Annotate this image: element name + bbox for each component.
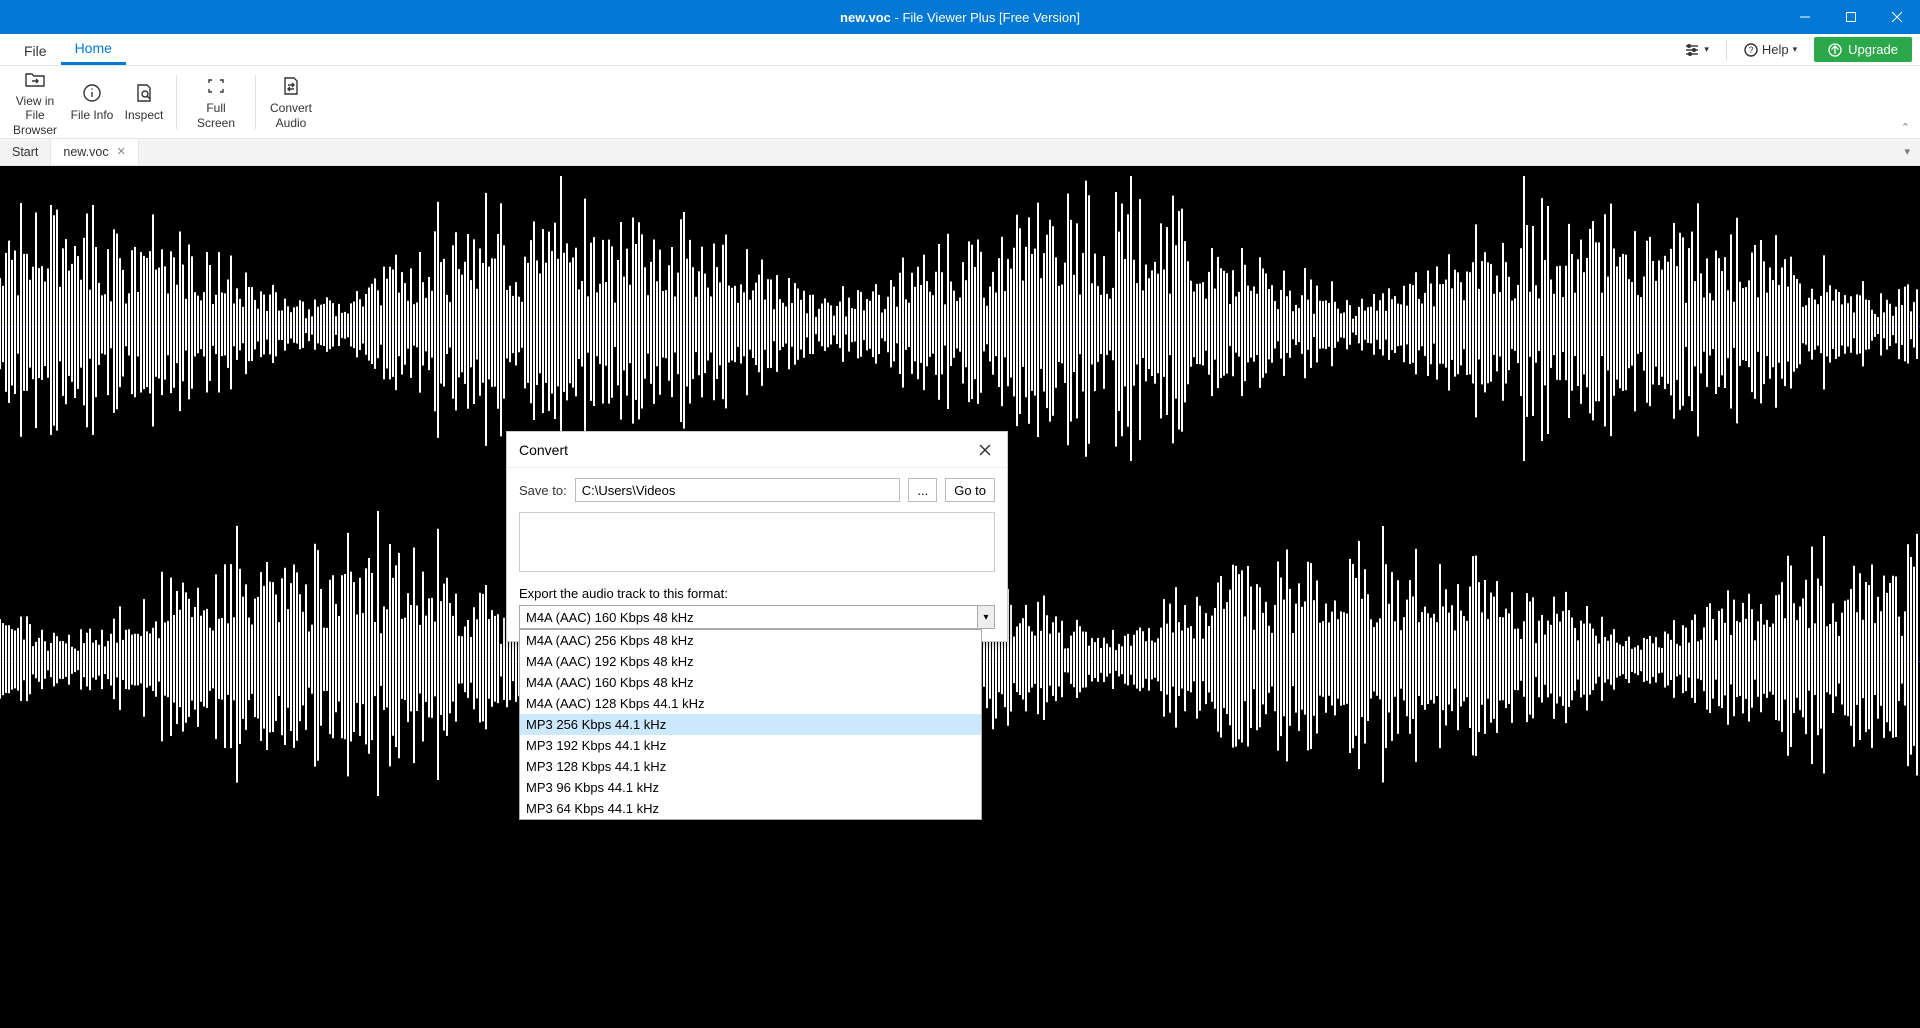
- select-dropdown-button[interactable]: ▾: [977, 605, 995, 629]
- save-to-label: Save to:: [519, 483, 567, 498]
- dialog-titlebar: Convert: [507, 432, 1007, 468]
- go-to-button[interactable]: Go to: [945, 478, 995, 502]
- format-option[interactable]: M4A (AAC) 160 Kbps 48 kHz: [520, 672, 981, 693]
- format-select-value: M4A (AAC) 160 Kbps 48 kHz: [526, 610, 694, 625]
- close-button[interactable]: [1874, 0, 1920, 34]
- ribbon-inspect[interactable]: Inspect: [120, 79, 168, 124]
- tab-start[interactable]: Start: [0, 139, 51, 165]
- tabstrip-dropdown-icon[interactable]: ▾: [1904, 145, 1910, 158]
- ribbon-label: Inspect: [125, 108, 164, 122]
- info-icon: [82, 81, 102, 105]
- ribbon-full-screen[interactable]: Full Screen: [185, 72, 247, 132]
- window-controls: [1782, 0, 1920, 34]
- upgrade-label: Upgrade: [1848, 42, 1898, 57]
- help-icon: ?: [1744, 43, 1758, 57]
- ribbon-collapse-icon[interactable]: ⌃: [1901, 121, 1910, 134]
- format-option[interactable]: MP3 256 Kbps 44.1 kHz: [520, 714, 981, 735]
- menubar: File Home ▾ ? Help ▾ Upgrade: [0, 34, 1920, 66]
- format-option[interactable]: MP3 64 Kbps 44.1 kHz: [520, 798, 981, 819]
- svg-text:?: ?: [1748, 45, 1753, 55]
- folder-arrow-icon: [24, 67, 46, 91]
- dialog-title-label: Convert: [519, 442, 568, 458]
- tab-close-icon[interactable]: ✕: [117, 145, 126, 158]
- titlebar: new.voc - File Viewer Plus [Free Version…: [0, 0, 1920, 34]
- upgrade-button[interactable]: Upgrade: [1814, 37, 1912, 62]
- export-format-label: Export the audio track to this format:: [519, 586, 995, 601]
- convert-dialog: Convert Save to: ... Go to Export the au…: [506, 431, 1008, 642]
- tab-label: new.voc: [63, 145, 108, 159]
- ribbon-separator: [255, 75, 256, 129]
- window-title: new.voc - File Viewer Plus [Free Version…: [840, 10, 1080, 25]
- format-option[interactable]: M4A (AAC) 192 Kbps 48 kHz: [520, 651, 981, 672]
- convert-icon: [282, 74, 300, 98]
- fullscreen-icon: [206, 74, 226, 98]
- format-dropdown: M4A (AAC) 256 Kbps 48 kHzM4A (AAC) 192 K…: [519, 629, 982, 820]
- ribbon-convert-audio[interactable]: Convert Audio: [264, 72, 318, 132]
- tab-file[interactable]: new.voc ✕: [51, 139, 138, 165]
- format-option[interactable]: M4A (AAC) 256 Kbps 48 kHz: [520, 630, 981, 651]
- ribbon-label: View in File Browser: [8, 94, 62, 137]
- close-icon: [979, 444, 991, 456]
- format-select[interactable]: M4A (AAC) 160 Kbps 48 kHz: [519, 605, 995, 629]
- ribbon-separator: [176, 75, 177, 129]
- format-option[interactable]: M4A (AAC) 128 Kbps 44.1 kHz: [520, 693, 981, 714]
- audio-viewer: Convert Save to: ... Go to Export the au…: [0, 166, 1920, 1028]
- save-to-input[interactable]: [575, 478, 901, 502]
- minimize-button[interactable]: [1782, 0, 1828, 34]
- ribbon-file-info[interactable]: File Info: [66, 79, 118, 124]
- maximize-button[interactable]: [1828, 0, 1874, 34]
- format-option[interactable]: MP3 128 Kbps 44.1 kHz: [520, 756, 981, 777]
- menu-file[interactable]: File: [10, 37, 61, 65]
- document-search-icon: [135, 81, 153, 105]
- ribbon-label: Full Screen: [187, 101, 245, 130]
- tabstrip: Start new.voc ✕ ▾: [0, 138, 1920, 166]
- menu-home[interactable]: Home: [61, 34, 126, 65]
- help-button[interactable]: ? Help ▾: [1735, 37, 1806, 62]
- options-box: [519, 512, 995, 572]
- help-label: Help: [1762, 42, 1789, 57]
- sliders-icon: [1684, 43, 1700, 57]
- upgrade-icon: [1828, 43, 1842, 57]
- ribbon-view-in-file-browser[interactable]: View in File Browser: [6, 65, 64, 139]
- format-option[interactable]: MP3 192 Kbps 44.1 kHz: [520, 735, 981, 756]
- format-option[interactable]: MP3 96 Kbps 44.1 kHz: [520, 777, 981, 798]
- ribbon-label: Convert Audio: [266, 101, 316, 130]
- ribbon-label: File Info: [71, 108, 114, 122]
- chevron-down-icon: ▾: [1704, 44, 1709, 55]
- browse-button[interactable]: ...: [908, 478, 937, 502]
- ribbon: View in File Browser File Info Inspect F…: [0, 66, 1920, 138]
- dialog-close-button[interactable]: [975, 440, 995, 460]
- chevron-down-icon: ▾: [1793, 44, 1798, 55]
- settings-button[interactable]: ▾: [1675, 38, 1718, 62]
